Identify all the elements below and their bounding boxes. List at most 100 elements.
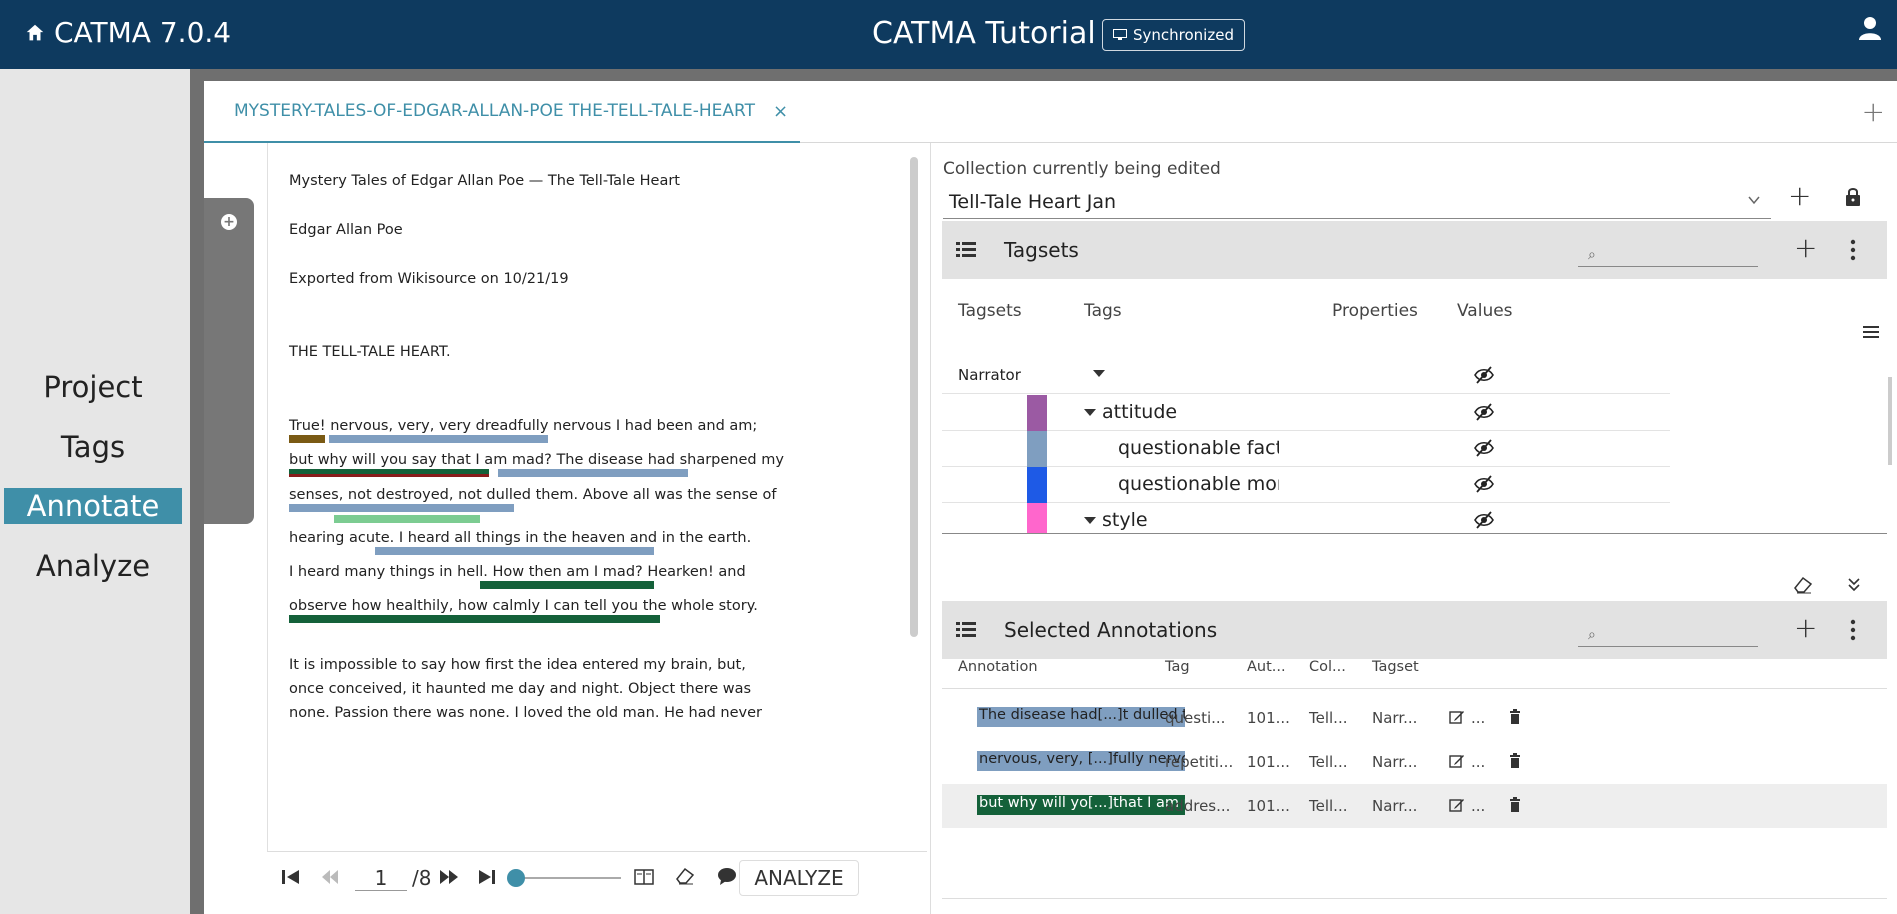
column-header-tagset[interactable]: Tagset xyxy=(1372,659,1419,675)
visibility-off-icon[interactable] xyxy=(1474,511,1494,529)
text-line[interactable]: Edgar Allan Poe xyxy=(289,222,403,238)
add-circle-icon[interactable]: + xyxy=(221,214,237,230)
annotation-bar[interactable] xyxy=(334,515,480,523)
column-header-author[interactable]: Aut... xyxy=(1247,659,1286,675)
annotation-bar[interactable] xyxy=(375,547,654,555)
user-icon[interactable] xyxy=(1859,16,1881,40)
tag-row[interactable]: questionable mor xyxy=(942,467,1670,503)
comment-icon[interactable] xyxy=(717,867,737,885)
annotation-more[interactable]: ... xyxy=(1471,753,1485,771)
annotation-bar[interactable] xyxy=(329,435,548,443)
tagsets-search-input[interactable]: ⌕ xyxy=(1578,239,1758,267)
zoom-slider-track[interactable] xyxy=(517,877,621,879)
delete-icon[interactable] xyxy=(1509,797,1521,813)
collection-select[interactable]: Tell-Tale Heart Jan xyxy=(943,185,1771,219)
column-header-collection[interactable]: Col... xyxy=(1309,659,1346,675)
text-line[interactable]: observe how healthily, how calmly I can … xyxy=(289,598,758,614)
tagsets-scrollbar[interactable] xyxy=(1888,377,1892,465)
visibility-off-icon[interactable] xyxy=(1474,403,1494,421)
add-tagset-button[interactable]: + xyxy=(1794,231,1817,264)
annotation-row[interactable]: The disease had[...]t dulled the questi.… xyxy=(942,696,1887,740)
page-number-input[interactable] xyxy=(355,865,407,891)
text-line[interactable]: Exported from Wikisource on 10/21/19 xyxy=(289,271,569,287)
text-line[interactable]: hearing acute. I heard all things in the… xyxy=(289,530,751,546)
annotation-bar[interactable] xyxy=(289,469,489,477)
text-scrollbar[interactable] xyxy=(910,157,918,637)
nav-analyze[interactable]: Analyze xyxy=(4,548,182,584)
text-line[interactable]: none. Passion there was none. I loved th… xyxy=(289,705,762,721)
text-line[interactable]: True! nervous, very, very dreadfully ner… xyxy=(289,418,757,434)
text-line[interactable]: I heard many things in hell. How then am… xyxy=(289,564,746,580)
side-drawer-handle[interactable]: + xyxy=(204,198,254,524)
more-options-icon[interactable] xyxy=(1850,619,1856,641)
lock-icon[interactable] xyxy=(1844,187,1862,207)
sync-status-button[interactable]: Synchronized xyxy=(1102,19,1245,51)
tag-row[interactable]: questionable fact xyxy=(942,431,1670,467)
nav-tags[interactable]: Tags xyxy=(4,429,182,465)
column-header-tags[interactable]: Tags xyxy=(1084,301,1122,321)
annotation-more[interactable]: ... xyxy=(1471,797,1485,815)
annotation-bar[interactable] xyxy=(289,435,325,443)
annotation-bar[interactable] xyxy=(480,581,654,589)
text-line[interactable]: senses, not destroyed, not dulled them. … xyxy=(289,487,776,503)
app-brand[interactable]: CATMA 7.0.4 xyxy=(24,16,231,49)
edit-icon[interactable] xyxy=(1449,709,1465,725)
tag-row[interactable]: attitude xyxy=(942,395,1670,431)
text-line[interactable]: but why will you say that I am mad? The … xyxy=(289,452,784,468)
edit-icon[interactable] xyxy=(1449,797,1465,813)
previous-page-icon[interactable] xyxy=(321,869,339,885)
divider xyxy=(942,533,1887,534)
tag-color-swatch xyxy=(1027,431,1047,467)
visibility-off-icon[interactable] xyxy=(1474,475,1494,493)
annotation-row[interactable]: nervous, very, [...]fully nervous repeti… xyxy=(942,740,1887,784)
annotation-bar[interactable] xyxy=(498,469,688,477)
add-tab-button[interactable]: + xyxy=(1862,95,1885,128)
column-header-properties[interactable]: Properties xyxy=(1332,301,1418,321)
tag-color-swatch xyxy=(1027,395,1047,431)
selected-annotations-title: Selected Annotations xyxy=(1004,618,1218,642)
nav-project[interactable]: Project xyxy=(4,369,182,405)
first-page-icon[interactable] xyxy=(281,868,301,886)
visibility-off-icon[interactable] xyxy=(1474,366,1494,384)
annotation-tagset: Narr... xyxy=(1372,797,1418,815)
tagset-row[interactable]: Narrator xyxy=(942,358,1670,394)
eraser-icon[interactable] xyxy=(675,867,695,885)
add-collection-button[interactable]: + xyxy=(1788,179,1811,212)
text-line[interactable]: It is impossible to say how first the id… xyxy=(289,657,746,673)
expand-triangle-icon[interactable] xyxy=(1084,517,1096,524)
delete-icon[interactable] xyxy=(1509,753,1521,769)
add-annotation-button[interactable]: + xyxy=(1794,611,1817,644)
tag-row[interactable]: style xyxy=(942,503,1670,533)
text-line[interactable]: once conceived, it haunted me day and ni… xyxy=(289,681,751,697)
column-header-values[interactable]: Values xyxy=(1457,301,1513,321)
expand-triangle-icon[interactable] xyxy=(1084,409,1096,416)
column-header-annotation[interactable]: Annotation xyxy=(958,659,1038,675)
text-line[interactable]: Mystery Tales of Edgar Allan Poe — The T… xyxy=(289,173,680,189)
next-page-icon[interactable] xyxy=(439,869,459,885)
tag-name: questionable fact xyxy=(1118,437,1279,459)
column-header-tag[interactable]: Tag xyxy=(1165,659,1190,675)
book-view-icon[interactable] xyxy=(634,869,654,885)
analyze-button[interactable]: ANALYZE xyxy=(739,860,859,896)
delete-icon[interactable] xyxy=(1509,709,1521,725)
annotation-row[interactable]: but why will yo[...]that I am ma addres.… xyxy=(942,784,1887,828)
text-line[interactable]: THE TELL-TALE HEART. xyxy=(289,344,451,360)
expand-triangle-icon[interactable] xyxy=(1093,370,1105,377)
annotation-bar[interactable] xyxy=(289,615,660,623)
visibility-off-icon[interactable] xyxy=(1474,439,1494,457)
menu-icon[interactable] xyxy=(1863,325,1879,339)
annotation-bar[interactable] xyxy=(289,504,514,512)
annotations-search-input[interactable]: ⌕ xyxy=(1578,619,1758,647)
nav-annotate[interactable]: Annotate xyxy=(4,488,182,524)
eraser-icon[interactable] xyxy=(1793,576,1813,594)
document-tab[interactable]: MYSTERY-TALES-OF-EDGAR-ALLAN-POE THE-TEL… xyxy=(204,81,800,143)
edit-icon[interactable] xyxy=(1449,753,1465,769)
tag-name: style xyxy=(1102,509,1148,531)
collapse-down-icon[interactable] xyxy=(1847,577,1861,593)
more-options-icon[interactable] xyxy=(1850,239,1856,261)
zoom-slider-thumb[interactable] xyxy=(507,869,525,887)
last-page-icon[interactable] xyxy=(477,868,497,886)
close-icon[interactable]: × xyxy=(773,101,788,122)
annotation-more[interactable]: ... xyxy=(1471,709,1485,727)
column-header-tagsets[interactable]: Tagsets xyxy=(958,301,1022,321)
